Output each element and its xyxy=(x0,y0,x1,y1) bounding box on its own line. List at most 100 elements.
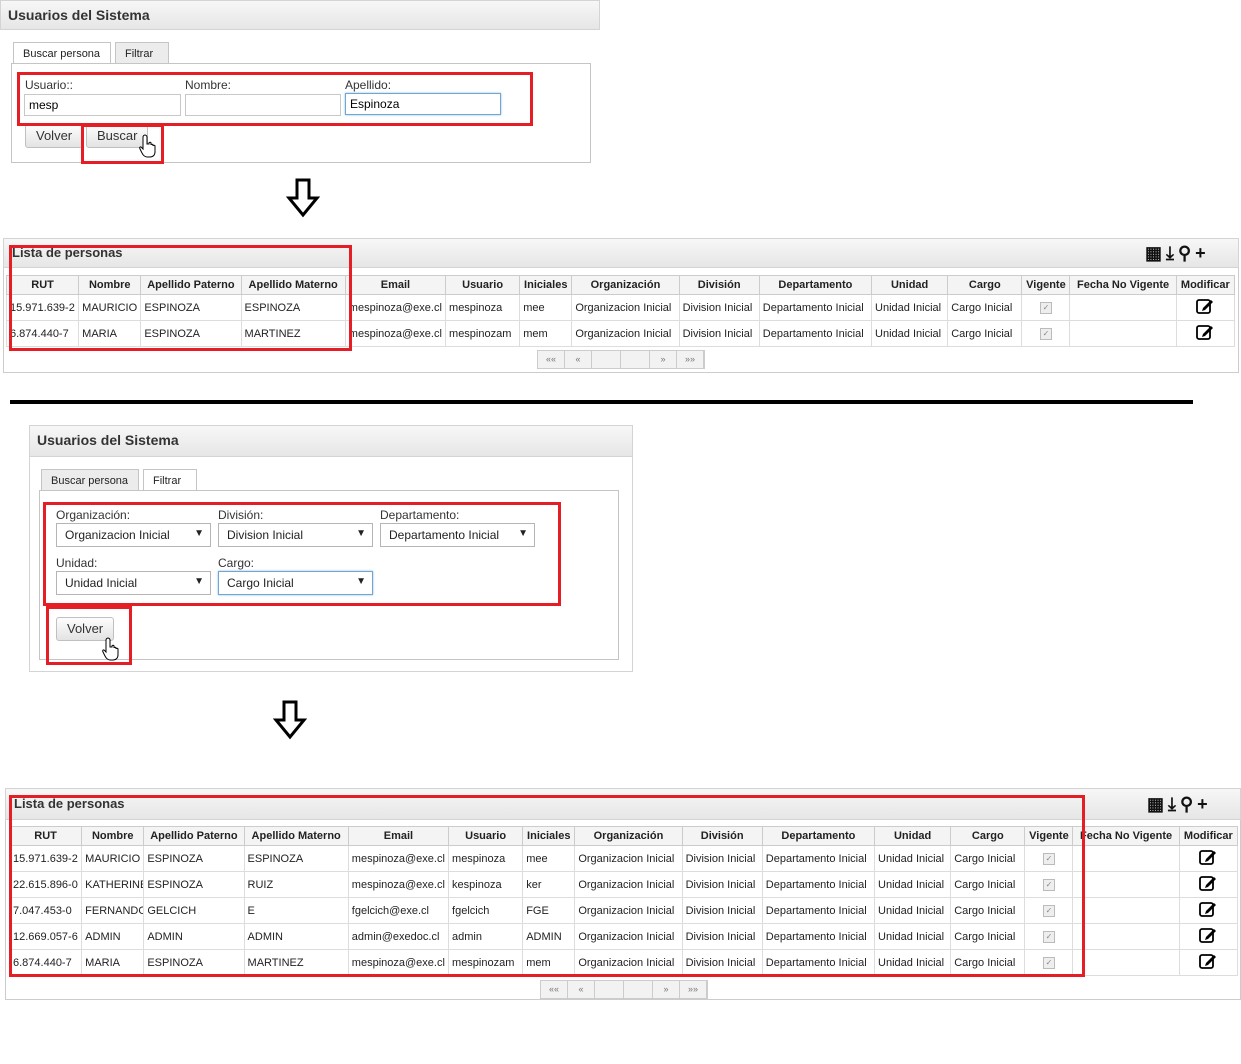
add-icon[interactable]: + xyxy=(1195,243,1206,264)
column-header[interactable]: Vigente xyxy=(1024,826,1074,846)
unidad-select[interactable]: Unidad Inicial ▼ xyxy=(56,571,211,595)
departamento-select[interactable]: Departamento Inicial ▼ xyxy=(380,523,535,547)
column-header[interactable]: Organización xyxy=(574,826,683,846)
table-cell: Unidad Inicial xyxy=(874,949,952,976)
table-cell: mespinozam xyxy=(448,949,524,976)
pager-button[interactable]: » xyxy=(653,981,680,998)
columns-icon[interactable]: ▦ xyxy=(1147,794,1164,815)
table-cell: Unidad Inicial xyxy=(871,294,949,321)
pager-button[interactable]: »» xyxy=(677,351,704,368)
table-cell: ESPINOZA xyxy=(143,871,245,898)
pager-button[interactable]: « xyxy=(565,351,592,368)
table-row[interactable]: 22.615.896-0 KATHERINE ESPINOZA RUIZ mespino… xyxy=(8,871,1239,898)
apellido-input[interactable] xyxy=(345,93,501,115)
column-header[interactable]: Apellido Materno xyxy=(240,275,346,295)
column-header[interactable]: División xyxy=(678,275,760,295)
table-row[interactable]: 7.047.453-0 FERNANDO GELCICH Efgelcich@exe.… xyxy=(8,897,1239,924)
column-header[interactable]: Unidad xyxy=(874,826,952,846)
tab-filtrar[interactable]: Filtrar xyxy=(115,42,169,64)
edit-icon[interactable] xyxy=(1198,874,1218,892)
column-header[interactable]: Organización xyxy=(571,275,680,295)
table-cell: Cargo Inicial xyxy=(950,923,1026,950)
vigente-cell: ✓ xyxy=(1021,320,1071,347)
usuario-input[interactable] xyxy=(24,94,181,116)
download-icon[interactable]: ⤓ xyxy=(1168,794,1176,815)
table-cell: mespinoza@exe.cl xyxy=(344,294,447,321)
table-row[interactable]: 15.971.639-2 MAURICIO ESPINOZA ESPINOZA mesp… xyxy=(5,294,1236,321)
table-row[interactable]: 15.971.639-2 MAURICIO ESPINOZA ESPINOZA mesp… xyxy=(8,845,1239,872)
column-header[interactable]: Iniciales xyxy=(522,826,576,846)
column-header[interactable]: Unidad xyxy=(871,275,949,295)
column-header[interactable]: RUT xyxy=(5,275,80,295)
modificar-cell xyxy=(1178,845,1239,872)
table-cell: Organizacion Inicial xyxy=(574,949,683,976)
column-header[interactable]: Iniciales xyxy=(519,275,573,295)
edit-icon[interactable] xyxy=(1198,926,1218,944)
modificar-cell xyxy=(1178,871,1239,898)
chevron-down-icon: ▼ xyxy=(356,576,366,587)
column-header[interactable]: Usuario xyxy=(445,275,521,295)
column-header[interactable]: Fecha No Vigente xyxy=(1072,826,1180,846)
table-row[interactable]: 12.669.057-6 ADMIN ADMIN ADMIN admin@exedoc.… xyxy=(8,923,1239,950)
column-header[interactable]: Email xyxy=(344,275,447,295)
column-header[interactable]: Departamento xyxy=(758,275,873,295)
hand-cursor-icon xyxy=(139,134,156,158)
table-cell: kespinoza xyxy=(448,871,524,898)
pager-button[interactable] xyxy=(595,981,624,998)
table-cell: FERNANDO xyxy=(81,897,145,924)
edit-icon[interactable] xyxy=(1198,848,1218,866)
search-icon[interactable]: ⚲ xyxy=(1180,794,1193,815)
table-cell: admin xyxy=(448,923,524,950)
volver-button[interactable]: Volver xyxy=(25,124,83,148)
column-header[interactable]: Fecha No Vigente xyxy=(1069,275,1177,295)
download-icon[interactable]: ⤓ xyxy=(1166,243,1174,264)
table-row[interactable]: 6.874.440-7 MARIA ESPINOZA MARTINEZ mespinoz… xyxy=(5,320,1236,347)
table-cell: Division Inicial xyxy=(681,845,763,872)
division-select[interactable]: Division Inicial ▼ xyxy=(218,523,373,547)
edit-icon[interactable] xyxy=(1195,323,1215,341)
cargo-select[interactable]: Cargo Inicial ▼ xyxy=(218,571,373,595)
column-header[interactable]: Apellido Materno xyxy=(243,826,349,846)
table-row[interactable]: 6.874.440-7 MARIA ESPINOZA MARTINEZ mespinoz… xyxy=(8,949,1239,976)
column-header[interactable]: Apellido Paterno xyxy=(143,826,245,846)
apellido-label: Apellido: xyxy=(345,78,392,92)
nombre-input[interactable] xyxy=(185,94,341,116)
pager-button[interactable]: «« xyxy=(541,981,568,998)
pager-button[interactable]: « xyxy=(568,981,595,998)
column-header[interactable]: Modificar xyxy=(1175,275,1236,295)
pager-button[interactable]: »» xyxy=(680,981,707,998)
table-cell: ADMIN xyxy=(522,923,576,950)
table-cell: MAURICIO xyxy=(78,294,142,321)
column-header[interactable]: RUT xyxy=(8,826,83,846)
column-header[interactable]: Apellido Paterno xyxy=(140,275,242,295)
table-cell: GELCICH xyxy=(143,897,245,924)
column-header[interactable]: Cargo xyxy=(947,275,1023,295)
organizacion-select[interactable]: Organizacion Inicial ▼ xyxy=(56,523,211,547)
table-cell: Cargo Inicial xyxy=(950,871,1026,898)
table-cell: Departamento Inicial xyxy=(761,845,876,872)
edit-icon[interactable] xyxy=(1198,952,1218,970)
columns-icon[interactable]: ▦ xyxy=(1145,243,1162,264)
edit-icon[interactable] xyxy=(1198,900,1218,918)
column-header[interactable]: Nombre xyxy=(81,826,145,846)
pager-button[interactable] xyxy=(624,981,653,998)
pager-button[interactable] xyxy=(592,351,621,368)
pager-button[interactable]: «« xyxy=(538,351,565,368)
pager-button[interactable]: » xyxy=(650,351,677,368)
checkbox-icon: ✓ xyxy=(1042,957,1055,969)
edit-icon[interactable] xyxy=(1195,297,1215,315)
table-cell: 6.874.440-7 xyxy=(5,320,80,347)
search-icon[interactable]: ⚲ xyxy=(1178,243,1191,264)
tab-buscar-persona-2[interactable]: Buscar persona xyxy=(41,469,139,491)
column-header[interactable]: Email xyxy=(347,826,450,846)
column-header[interactable]: Usuario xyxy=(448,826,524,846)
column-header[interactable]: Nombre xyxy=(78,275,142,295)
add-icon[interactable]: + xyxy=(1197,794,1208,815)
column-header[interactable]: División xyxy=(681,826,763,846)
column-header[interactable]: Vigente xyxy=(1021,275,1071,295)
pager-button[interactable] xyxy=(621,351,650,368)
column-header[interactable]: Modificar xyxy=(1178,826,1239,846)
column-header[interactable]: Cargo xyxy=(950,826,1026,846)
column-header[interactable]: Departamento xyxy=(761,826,876,846)
vigente-cell: ✓ xyxy=(1024,923,1074,950)
